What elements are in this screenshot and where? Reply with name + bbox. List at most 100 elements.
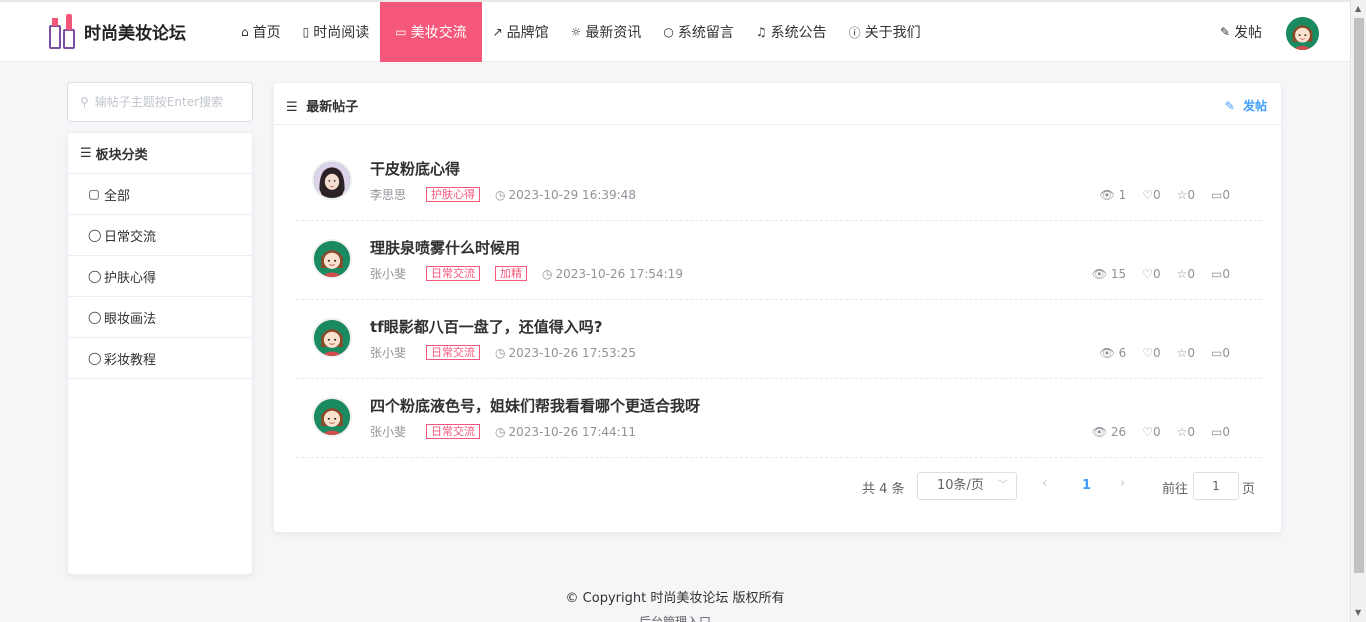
edit-icon: ✎ — [1220, 25, 1231, 39]
nav-item-7[interactable]: ⓘ 关于我们 — [838, 2, 932, 62]
main-nav: ⌂ 首页 ▯ 时尚阅读 ▭ 美妆交流 ↗ 品牌馆 ☼ 最新资讯 ○ 系统留言 ♫ 系统公告 ⓘ 关于我们 — [230, 2, 932, 62]
scroll-up-arrow-icon[interactable]: ▲ — [1355, 4, 1361, 13]
author-avatar[interactable] — [312, 239, 352, 279]
post-time: 2023-10-26 17:54:19 — [555, 266, 683, 281]
nav-label: 时尚阅读 — [313, 25, 370, 41]
scroll-down-arrow-icon[interactable]: ▼ — [1355, 608, 1361, 617]
latest-posts-panel: ☰ 最新帖子 ✎ 发帖 干皮粉底心得 李思思 护肤心得 ◷ 2023-10-29… — [273, 82, 1282, 533]
nav-icon: ▭ — [395, 25, 407, 39]
pagination-total: 共 4 条 — [862, 482, 905, 497]
post-stats: 👁 26 ♡0 ☆0 ▭0 — [1076, 425, 1230, 439]
post-row[interactable]: tf眼影都八百一盘了，还值得入吗? 张小斐 日常交流 ◷ 2023-10-26 … — [296, 300, 1262, 379]
post-meta: 张小斐 日常交流 ◷ 2023-10-26 17:53:25 — [370, 344, 636, 361]
post-title[interactable]: 理肤泉喷雾什么时候用 — [370, 237, 520, 258]
author-avatar[interactable] — [312, 318, 352, 358]
post-meta: 李思思 护肤心得 ◷ 2023-10-29 16:39:48 — [370, 186, 636, 203]
category-item-0[interactable]: ▢ 全部 — [68, 174, 252, 215]
heart-icon: ♡ — [1142, 346, 1153, 360]
page-suffix-label: 页 — [1242, 482, 1256, 497]
next-page-icon[interactable]: › — [1120, 476, 1125, 491]
nav-item-5[interactable]: ○ 系统留言 — [652, 2, 744, 62]
nav-item-0[interactable]: ⌂ 首页 — [230, 2, 292, 62]
search-icon: ⚲ — [80, 95, 89, 109]
comment-count: ▭0 — [1211, 425, 1230, 439]
nav-item-3[interactable]: ↗ 品牌馆 — [482, 2, 560, 62]
eye-icon: 👁 — [1091, 267, 1108, 281]
eye-icon: 👁 — [1091, 425, 1108, 439]
post-tag[interactable]: 日常交流 — [426, 424, 481, 439]
post-tag[interactable]: 日常交流 — [426, 266, 481, 281]
eye-icon: 👁 — [1099, 188, 1115, 202]
post-row[interactable]: 理肤泉喷雾什么时候用 张小斐 日常交流 加精 ◷ 2023-10-26 17:54… — [296, 221, 1262, 300]
nav-item-6[interactable]: ♫ 系统公告 — [745, 2, 838, 62]
star-count[interactable]: ☆0 — [1177, 346, 1195, 360]
author-avatar[interactable] — [312, 397, 352, 437]
star-count[interactable]: ☆0 — [1177, 267, 1195, 281]
like-count[interactable]: ♡0 — [1142, 425, 1160, 439]
post-tag[interactable]: 护肤心得 — [426, 187, 481, 202]
heart-icon: ♡ — [1142, 267, 1153, 281]
post-title[interactable]: 四个粉底液色号，姐妹们帮我看看哪个更适合我呀 — [370, 395, 700, 416]
eye-icon: 👁 — [1099, 346, 1115, 360]
view-count: 👁 15 — [1091, 267, 1127, 281]
category-label: 全部 — [104, 188, 131, 204]
category-item-2[interactable]: ◯ 护肤心得 — [68, 256, 252, 297]
posts-new-post-button[interactable]: ✎ 发帖 — [1225, 97, 1267, 114]
category-item-4[interactable]: ◯ 彩妆教程 — [68, 338, 252, 379]
post-title[interactable]: 干皮粉底心得 — [370, 158, 460, 179]
like-count[interactable]: ♡0 — [1142, 267, 1160, 281]
scroll-thumb[interactable] — [1354, 18, 1364, 573]
nav-label: 品牌馆 — [506, 25, 549, 41]
edit-icon: ✎ — [1224, 99, 1235, 113]
post-stats: 👁 1 ♡0 ☆0 ▭0 — [1084, 188, 1231, 202]
category-label: 护肤心得 — [104, 270, 157, 286]
page-scrollbar[interactable]: ▲ ▼ — [1350, 0, 1366, 622]
post-title[interactable]: tf眼影都八百一盘了，还值得入吗? — [370, 316, 602, 337]
clock-icon: ◷ — [495, 424, 506, 439]
posts-title-text: 最新帖子 — [306, 100, 359, 115]
user-avatar[interactable] — [1286, 17, 1319, 50]
post-meta: 张小斐 日常交流 加精 ◷ 2023-10-26 17:54:19 — [370, 265, 683, 282]
clock-icon: ◷ — [542, 266, 553, 281]
post-author[interactable]: 李思思 — [370, 186, 406, 203]
header-post-label: 发帖 — [1234, 25, 1263, 41]
category-title: ☰ 板块分类 — [68, 133, 252, 174]
site-logo[interactable]: 时尚美妆论坛 — [48, 12, 186, 50]
star-count[interactable]: ☆0 — [1177, 425, 1195, 439]
like-count[interactable]: ♡0 — [1142, 188, 1160, 202]
nav-icon: ☼ — [570, 25, 582, 39]
search-box[interactable]: ⚲ — [67, 82, 253, 122]
category-label: 眼妆画法 — [104, 311, 157, 327]
nav-item-4[interactable]: ☼ 最新资讯 — [560, 2, 653, 62]
category-item-3[interactable]: ◯ 眼妆画法 — [68, 297, 252, 338]
post-stats: 👁 15 ♡0 ☆0 ▭0 — [1076, 267, 1230, 281]
star-count[interactable]: ☆0 — [1177, 188, 1195, 202]
like-count[interactable]: ♡0 — [1142, 346, 1160, 360]
post-tag[interactable]: 日常交流 — [426, 345, 481, 360]
footer-admin-link[interactable]: 后台管理入口 — [0, 614, 1350, 622]
page-number-current[interactable]: 1 — [1082, 478, 1091, 493]
post-author[interactable]: 张小斐 — [370, 344, 406, 361]
search-input[interactable] — [94, 95, 235, 109]
post-time: 2023-10-26 17:53:25 — [508, 345, 636, 360]
nav-label: 首页 — [252, 25, 281, 41]
post-tag[interactable]: 加精 — [495, 266, 528, 281]
nav-item-1[interactable]: ▯ 时尚阅读 — [292, 2, 381, 62]
header-post-button[interactable]: ✎ 发帖 — [1220, 22, 1262, 42]
post-author[interactable]: 张小斐 — [370, 265, 406, 282]
nav-item-2[interactable]: ▭ 美妆交流 — [380, 2, 482, 62]
comment-icon: ▭ — [1211, 188, 1223, 202]
page-size-select[interactable]: 10条/页 ﹀ — [917, 472, 1017, 500]
post-row[interactable]: 四个粉底液色号，姐妹们帮我看看哪个更适合我呀 张小斐 日常交流 ◷ 2023-1… — [296, 379, 1262, 458]
page-size-value: 10条/页 — [937, 478, 984, 493]
author-avatar[interactable] — [312, 160, 352, 200]
post-row[interactable]: 干皮粉底心得 李思思 护肤心得 ◷ 2023-10-29 16:39:48 👁 … — [296, 142, 1262, 221]
comment-count: ▭0 — [1211, 346, 1230, 360]
post-time: 2023-10-29 16:39:48 — [508, 187, 636, 202]
post-author[interactable]: 张小斐 — [370, 423, 406, 440]
circle-icon: ◯ — [88, 228, 102, 242]
prev-page-icon[interactable]: ‹ — [1042, 476, 1047, 491]
category-item-1[interactable]: ◯ 日常交流 — [68, 215, 252, 256]
goto-page-input[interactable] — [1193, 472, 1239, 500]
menu-icon: ☰ — [286, 100, 298, 115]
